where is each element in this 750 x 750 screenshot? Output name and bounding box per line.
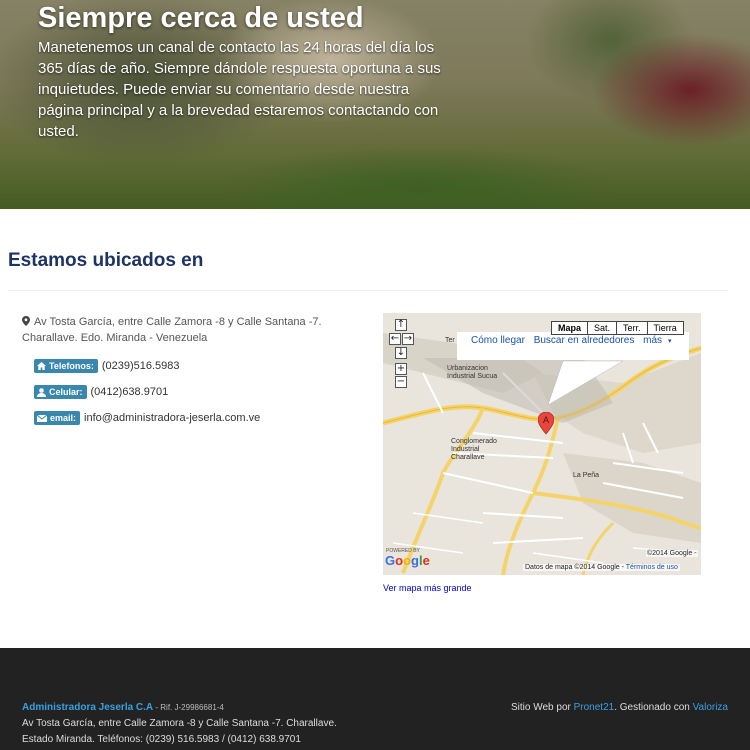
map-label-urbanizacion: Urbanizacion Industrial Sucua bbox=[447, 365, 498, 380]
mobile-badge: Celular: bbox=[34, 385, 87, 399]
valoriza-link[interactable]: Valoriza bbox=[693, 702, 728, 713]
divider bbox=[8, 290, 728, 291]
footer-phones: Estado Miranda. Teléfonos: (0239) 516.59… bbox=[22, 734, 301, 745]
hero-text: Manetenemos un canal de contacto las 24 … bbox=[38, 39, 441, 140]
company-name[interactable]: Administradora Jeserla C.A bbox=[22, 702, 153, 713]
mobile-label: Celular: bbox=[49, 387, 83, 397]
more-label: más bbox=[643, 335, 663, 346]
terms-link[interactable]: Términos de uso bbox=[626, 564, 678, 571]
chevron-down-icon: ▾ bbox=[668, 338, 672, 345]
map-label-conglomerado: Conglomerado Industrial Charallave bbox=[451, 438, 497, 461]
hero-title: Siempre cerca de usted bbox=[38, 2, 364, 34]
email-value[interactable]: info@administradora-jeserla.com.ve bbox=[84, 412, 260, 424]
footer-company: Administradora Jeserla C.A - Rif. J-2998… bbox=[22, 702, 224, 713]
more-link[interactable]: más ▾ bbox=[643, 335, 677, 346]
pronet-link[interactable]: Pronet21 bbox=[574, 702, 615, 713]
user-icon bbox=[37, 387, 46, 397]
zoom-in-icon[interactable]: + bbox=[395, 363, 407, 375]
map-marker-letter: A bbox=[543, 415, 549, 425]
map-marker-icon bbox=[22, 316, 30, 326]
map-type-earth[interactable]: Tierra bbox=[648, 322, 683, 334]
map-type-switcher: Mapa Sat. Terr. Tierra bbox=[551, 321, 684, 335]
pan-right-icon[interactable]: → bbox=[402, 333, 414, 345]
bigger-map-link[interactable]: Ver mapa más grande bbox=[383, 583, 472, 593]
home-icon bbox=[37, 362, 46, 370]
map-pin-icon[interactable]: A bbox=[538, 412, 554, 446]
envelope-icon bbox=[37, 414, 47, 422]
footer-credit: Sitio Web por Pronet21. Gestionado con V… bbox=[511, 702, 728, 713]
credit-mid: . Gestionado con bbox=[614, 702, 693, 713]
map-info-window: Cómo llegar Buscar en alrededores más ▾ bbox=[457, 332, 689, 360]
credit-prefix: Sitio Web por bbox=[511, 702, 574, 713]
map-type-terrain[interactable]: Terr. bbox=[617, 322, 648, 334]
map-label-ter: Ter bbox=[445, 337, 455, 344]
map-type-satellite[interactable]: Sat. bbox=[588, 322, 618, 334]
footer-address: Av Tosta García, entre Calle Zamora -8 y… bbox=[22, 718, 337, 729]
email-badge: email: bbox=[34, 411, 81, 425]
address-text: Av Tosta García, entre Calle Zamora -8 y… bbox=[22, 316, 322, 344]
map-data-label: Datos de mapa ©2014 Google - bbox=[525, 564, 624, 571]
phone-value: (0239)516.5983 bbox=[101, 360, 180, 372]
address: Av Tosta García, entre Calle Zamora -8 y… bbox=[22, 314, 377, 346]
map-copyright: ©2014 Google - bbox=[646, 550, 698, 557]
contact-mobile: Celular: (0412)638.9701 bbox=[34, 385, 168, 399]
contact-email: email: info@administradora-jeserla.com.v… bbox=[34, 411, 260, 425]
pan-down-icon[interactable]: ↓ bbox=[395, 347, 407, 359]
map-attribution: Datos de mapa ©2014 Google - Términos de… bbox=[523, 564, 680, 571]
phone-badge: Telefonos: bbox=[34, 359, 98, 373]
contact-phone: Telefonos: (0239)516.5983 bbox=[34, 359, 180, 373]
search-nearby-link[interactable]: Buscar en alrededores bbox=[534, 335, 635, 346]
phone-label: Telefonos: bbox=[49, 361, 94, 371]
location-heading: Estamos ubicados en bbox=[8, 250, 204, 271]
google-logo[interactable]: Google bbox=[385, 553, 430, 568]
email-label: email: bbox=[50, 413, 77, 423]
company-rif: - Rif. J-29986681-4 bbox=[153, 703, 224, 712]
zoom-out-icon[interactable]: − bbox=[395, 376, 407, 388]
hero-banner: Siempre cerca de usted Manetenemos un ca… bbox=[0, 0, 750, 209]
mobile-value: (0412)638.9701 bbox=[90, 386, 169, 398]
pan-up-icon[interactable]: ↑ bbox=[395, 319, 407, 331]
map-type-map[interactable]: Mapa bbox=[552, 322, 589, 334]
pan-left-icon[interactable]: ← bbox=[389, 333, 401, 345]
map-label-la-pena: La Peña bbox=[573, 472, 600, 479]
directions-link[interactable]: Cómo llegar bbox=[471, 335, 525, 346]
map-embed[interactable]: ↑ ← → ↓ + − Cómo llegar Buscar en alrede… bbox=[383, 313, 701, 575]
